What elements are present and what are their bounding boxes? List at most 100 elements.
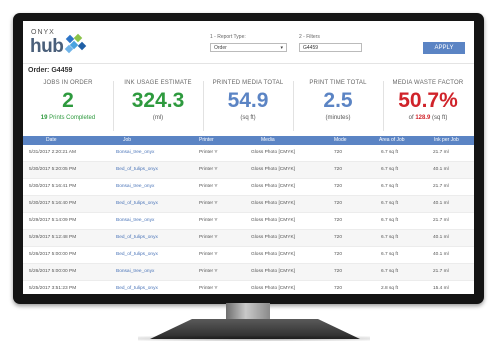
- kpi-title: JOBS IN ORDER: [43, 80, 93, 86]
- cell-job[interactable]: Bed_of_tulips_onyx: [116, 281, 158, 294]
- cell-ink: 21.7 ml: [433, 218, 449, 223]
- cell-ink: 40.1 ml: [433, 235, 449, 240]
- kpi-value: 324.3: [131, 89, 185, 112]
- filters-label: 2 - Filters: [299, 34, 320, 40]
- cell-mode: 720: [334, 269, 343, 274]
- cell-printer: Printer Y: [199, 167, 218, 172]
- cell-job[interactable]: Bonsai_tree_onyx: [116, 145, 154, 161]
- table-row[interactable]: 5/30/2017 5:20:05 PM Bed_of_tulips_onyx Pr…: [23, 162, 474, 179]
- kpi-value: 54.9: [227, 89, 269, 112]
- cell-ink: 21.7 ml: [433, 269, 449, 274]
- cell-printer: Printer Y: [199, 235, 218, 240]
- waste-total-value: 128.9: [415, 115, 431, 121]
- col-header-date[interactable]: Date: [46, 136, 57, 145]
- prints-completed-label: Prints Completed: [49, 115, 96, 121]
- cell-ink: 40.1 ml: [433, 252, 449, 257]
- kpi-title: PRINT TIME TOTAL: [309, 80, 367, 86]
- report-type-select[interactable]: Order ▾: [210, 43, 287, 52]
- cell-date: 5/26/2017 5:00:00 PM: [29, 252, 77, 257]
- kpi-value: 2.5: [323, 89, 353, 112]
- col-header-area[interactable]: Area of Job: [379, 136, 405, 145]
- logo-top-text: ONYX: [31, 29, 55, 36]
- cell-mode: 720: [334, 167, 343, 172]
- cell-ink: 21.7 ml: [433, 184, 449, 189]
- cell-media: Gloss Photo [CMYK]: [251, 252, 295, 257]
- header-bar: ONYX hub 1 - Report Type: Order ▾ 2 - Fi…: [23, 21, 474, 64]
- cell-media: Gloss Photo [CMYK]: [251, 167, 295, 172]
- order-label: Order:: [28, 67, 50, 74]
- screen: ONYX hub 1 - Report Type: Order ▾ 2 - Fi…: [23, 21, 474, 294]
- kpi-ink-usage: INK USAGE ESTIMATE 324.3 (ml): [113, 77, 203, 135]
- waste-of-label: of: [408, 115, 414, 121]
- kpi-unit: (ml): [152, 115, 164, 121]
- cell-date: 5/30/2017 5:16:41 PM: [29, 184, 77, 189]
- cell-job[interactable]: Bonsai_tree_onyx: [116, 264, 154, 280]
- table-row[interactable]: 5/29/2017 5:12:48 PM Bed_of_tulips_onyx Pr…: [23, 230, 474, 247]
- cell-printer: Printer Y: [199, 252, 218, 257]
- cell-area: 6.7 sq ft: [381, 167, 399, 172]
- cell-printer: Printer Y: [199, 150, 218, 155]
- cell-area: 6.7 sq ft: [381, 252, 399, 257]
- col-header-ink[interactable]: Ink per Job: [434, 136, 459, 145]
- logo-hub-text: hub: [30, 36, 64, 57]
- kpi-value: 2: [62, 89, 74, 112]
- table-body: 5/31/2017 2:20:21 AM Bonsai_tree_onyx Prin…: [23, 145, 474, 294]
- cell-mode: 720: [334, 252, 343, 257]
- cell-printer: Printer Y: [199, 184, 218, 189]
- order-heading: Order: G4459: [28, 67, 72, 74]
- cell-area: 6.7 sq ft: [381, 201, 399, 206]
- table-row[interactable]: 5/25/2017 3:51:23 PM Bed_of_tulips_onyx Pr…: [23, 281, 474, 294]
- kpi-panel: JOBS IN ORDER 2 19 Prints Completed INK …: [23, 77, 474, 135]
- cell-job[interactable]: Bed_of_tulips_onyx: [116, 230, 158, 246]
- cell-date: 5/29/2017 5:14:09 PM: [29, 218, 77, 223]
- cell-ink: 21.7 ml: [433, 150, 449, 155]
- cell-area: 6.7 sq ft: [381, 184, 399, 189]
- cell-mode: 720: [334, 235, 343, 240]
- kpi-print-time: PRINT TIME TOTAL 2.5 (minutes): [293, 77, 383, 135]
- cell-job[interactable]: Bed_of_tulips_onyx: [116, 247, 158, 263]
- cell-date: 5/25/2017 3:51:23 PM: [29, 286, 77, 291]
- col-header-mode[interactable]: Mode: [334, 136, 347, 145]
- cell-mode: 720: [334, 286, 343, 291]
- cell-mode: 720: [334, 184, 343, 189]
- cell-media: Gloss Photo [CMYK]: [251, 218, 295, 223]
- apply-button[interactable]: APPLY: [423, 42, 465, 54]
- kpi-subtitle: 19 Prints Completed: [23, 115, 113, 121]
- cell-job[interactable]: Bed_of_tulips_onyx: [116, 196, 158, 212]
- cell-mode: 720: [334, 218, 343, 223]
- cell-date: 5/30/2017 5:16:40 PM: [29, 201, 77, 206]
- cell-printer: Printer Y: [199, 269, 218, 274]
- table-row[interactable]: 5/30/2017 5:16:41 PM Bonsai_tree_onyx Prin…: [23, 179, 474, 196]
- waste-unit: (sq ft): [432, 115, 448, 121]
- kpi-title: PRINTED MEDIA TOTAL: [212, 80, 284, 86]
- cell-job[interactable]: Bonsai_tree_onyx: [116, 213, 154, 229]
- cell-media: Gloss Photo [CMYK]: [251, 184, 295, 189]
- table-row[interactable]: 5/26/2017 5:00:00 PM Bed_of_tulips_onyx Pr…: [23, 247, 474, 264]
- cell-area: 6.7 sq ft: [381, 269, 399, 274]
- table-row[interactable]: 5/30/2017 5:16:40 PM Bed_of_tulips_onyx Pr…: [23, 196, 474, 213]
- kpi-unit: (sq ft): [240, 115, 256, 121]
- col-header-job[interactable]: Job: [123, 136, 131, 145]
- cell-ink: 15.4 ml: [433, 286, 449, 291]
- jobs-table: Date Job Printer Media Mode Area of Job …: [23, 136, 474, 294]
- cell-area: 6.7 sq ft: [381, 235, 399, 240]
- cell-ink: 40.1 ml: [433, 201, 449, 206]
- col-header-media[interactable]: Media: [261, 136, 275, 145]
- kpi-media-waste: MEDIA WASTE FACTOR 50.7% of 128.9 (sq ft…: [383, 77, 473, 135]
- stand-shadow: [138, 336, 370, 341]
- cell-media: Gloss Photo [CMYK]: [251, 286, 295, 291]
- table-row[interactable]: 5/29/2017 5:14:09 PM Bonsai_tree_onyx Prin…: [23, 213, 474, 230]
- kpi-subtitle: of 128.9 (sq ft): [383, 115, 473, 121]
- cell-job[interactable]: Bonsai_tree_onyx: [116, 179, 154, 195]
- filters-input[interactable]: G4459: [299, 43, 362, 52]
- table-row[interactable]: 5/31/2017 2:20:21 AM Bonsai_tree_onyx Prin…: [23, 145, 474, 162]
- cell-date: 5/30/2017 5:20:05 PM: [29, 167, 77, 172]
- col-header-printer[interactable]: Printer: [199, 136, 214, 145]
- table-row[interactable]: 5/26/2017 5:00:00 PM Bonsai_tree_onyx Prin…: [23, 264, 474, 281]
- monitor-bezel: ONYX hub 1 - Report Type: Order ▾ 2 - Fi…: [13, 13, 484, 304]
- logo-mark-icon: [64, 33, 87, 54]
- cell-job[interactable]: Bed_of_tulips_onyx: [116, 162, 158, 178]
- order-id: G4459: [51, 67, 73, 74]
- kpi-title: INK USAGE ESTIMATE: [124, 80, 192, 86]
- chevron-down-icon: ▾: [280, 45, 283, 51]
